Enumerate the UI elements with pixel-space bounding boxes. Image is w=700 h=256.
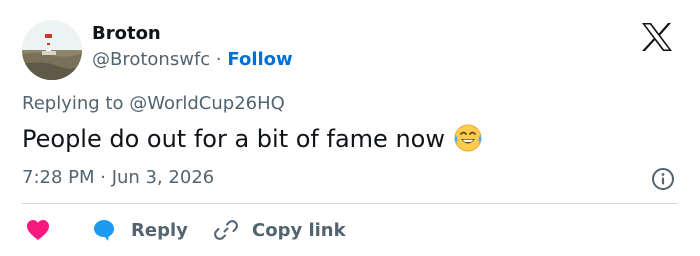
- info-icon[interactable]: [651, 167, 675, 191]
- author-name[interactable]: Broton: [92, 22, 161, 46]
- heart-icon: [26, 219, 50, 241]
- link-icon: [214, 218, 238, 242]
- avatar[interactable]: [22, 20, 82, 80]
- replying-to-label: Replying to: [22, 93, 124, 114]
- tweet-timestamp[interactable]: 7:28 PM · Jun 3, 2026: [22, 166, 214, 190]
- face-with-tears-of-joy-icon: [453, 123, 483, 153]
- reply-target-link[interactable]: @WorldCup26HQ: [129, 93, 285, 114]
- reply-label: Reply: [131, 219, 188, 241]
- reply-button[interactable]: Reply: [92, 216, 188, 244]
- like-button[interactable]: [26, 216, 50, 244]
- follow-button[interactable]: Follow: [227, 49, 292, 70]
- tweet-body: People do out for a bit of fame now: [22, 125, 445, 153]
- author-handle-row: @Brotonswfc · Follow: [92, 48, 293, 72]
- replying-to: Replying to @WorldCup26HQ: [22, 92, 285, 116]
- divider: [22, 203, 678, 204]
- x-logo-icon[interactable]: [640, 22, 674, 52]
- separator-dot: ·: [215, 49, 222, 70]
- copy-link-label: Copy link: [252, 219, 346, 241]
- author-handle[interactable]: @Brotonswfc: [92, 49, 210, 70]
- copy-link-button[interactable]: Copy link: [214, 216, 346, 244]
- tweet-text: People do out for a bit of fame now: [22, 123, 483, 155]
- avatar-image: [22, 20, 82, 80]
- speech-bubble-icon: [92, 218, 116, 242]
